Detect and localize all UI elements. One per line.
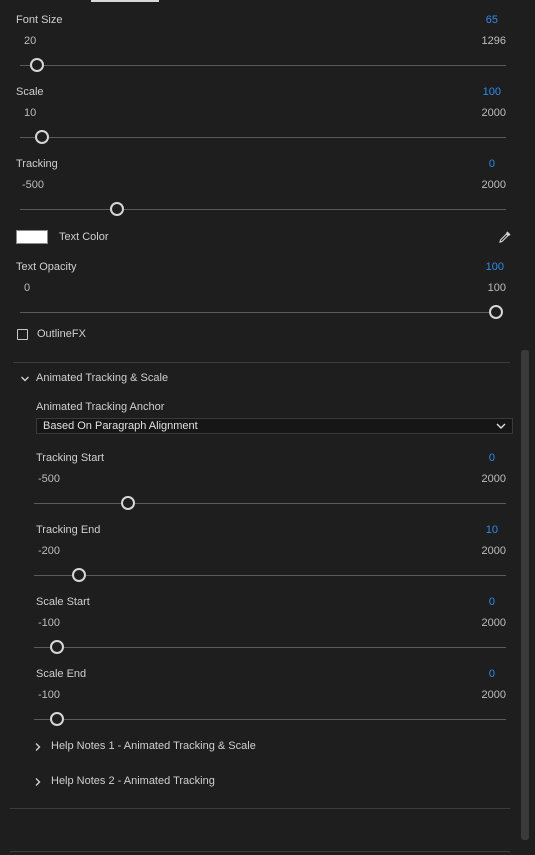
scale-slider-track[interactable] [20,137,506,138]
tracking-end-slider-track[interactable] [34,575,506,576]
scale-start-label: Scale Start [36,596,90,608]
scale-start-min: -100 [38,617,61,629]
section-divider-top [13,362,510,363]
chevron-right-icon[interactable] [33,742,43,752]
scale-min: 10 [24,107,37,119]
font-size-min: 20 [24,35,37,47]
scale-end-value[interactable]: 0 [489,668,495,680]
chevron-down-icon[interactable] [20,374,30,384]
eyedropper-icon[interactable] [498,230,512,244]
tab-underline [91,0,159,2]
outlinefx-label: OutlineFX [37,328,86,340]
scale-start-slider-track[interactable] [34,647,506,648]
section-divider-bottom [10,808,510,809]
tracking-end-slider-thumb[interactable] [71,568,86,582]
anchor-dropdown[interactable]: Based On Paragraph Alignment [36,418,513,434]
scale-end-slider-track[interactable] [34,719,506,720]
anchor-dropdown-value: Based On Paragraph Alignment [43,420,198,432]
tracking-start-min: -500 [38,473,61,485]
tracking-end-min: -200 [38,545,61,557]
tracking-end-label: Tracking End [36,524,101,536]
tracking-max: 2000 [481,179,506,191]
tracking-slider-thumb[interactable] [110,202,125,216]
outlinefx-checkbox[interactable] [17,329,28,340]
tracking-slider-track[interactable] [20,209,506,210]
tracking-start-max: 2000 [481,473,506,485]
text-opacity-max: 100 [487,282,506,294]
tracking-start-slider-thumb[interactable] [121,496,136,510]
scale-end-slider-thumb[interactable] [49,712,64,726]
text-opacity-slider-track[interactable] [20,312,496,313]
tracking-min: -500 [22,179,45,191]
tracking-start-slider-track[interactable] [34,503,506,504]
scale-slider-thumb[interactable] [34,130,49,144]
scale-max: 2000 [481,107,506,119]
font-size-label: Font Size [16,14,63,26]
scale-end-min: -100 [38,689,61,701]
text-opacity-value[interactable]: 100 [486,261,504,273]
chevron-right-icon[interactable] [33,777,43,787]
scale-end-max: 2000 [481,689,506,701]
tracking-label: Tracking [16,158,58,170]
chevron-down-icon [496,423,506,429]
text-color-label: Text Color [59,231,109,243]
scale-end-label: Scale End [36,668,87,680]
scale-start-value[interactable]: 0 [489,596,495,608]
anchor-label: Animated Tracking Anchor [36,401,165,413]
tracking-start-value[interactable]: 0 [489,452,495,464]
section-title[interactable]: Animated Tracking & Scale [36,372,168,384]
font-size-max: 1296 [481,35,506,47]
scale-value[interactable]: 100 [483,86,501,98]
font-size-value[interactable]: 65 [486,14,498,26]
tracking-end-value[interactable]: 10 [486,524,498,536]
font-size-slider-thumb[interactable] [30,58,44,72]
tracking-end-max: 2000 [481,545,506,557]
tracking-value[interactable]: 0 [489,158,495,170]
text-opacity-min: 0 [24,282,31,294]
panel-bottom-edge [10,851,510,852]
help-notes-1[interactable]: Help Notes 1 - Animated Tracking & Scale [51,740,256,752]
scale-start-slider-thumb[interactable] [49,640,64,654]
text-color-swatch[interactable] [16,230,48,244]
scale-label: Scale [16,86,44,98]
font-size-slider-track[interactable] [20,65,506,66]
text-opacity-label: Text Opacity [16,261,77,273]
text-opacity-slider-thumb[interactable] [489,305,503,319]
tracking-start-label: Tracking Start [36,452,105,464]
scrollbar[interactable] [521,350,529,840]
scale-start-max: 2000 [481,617,506,629]
help-notes-2[interactable]: Help Notes 2 - Animated Tracking [51,775,215,787]
